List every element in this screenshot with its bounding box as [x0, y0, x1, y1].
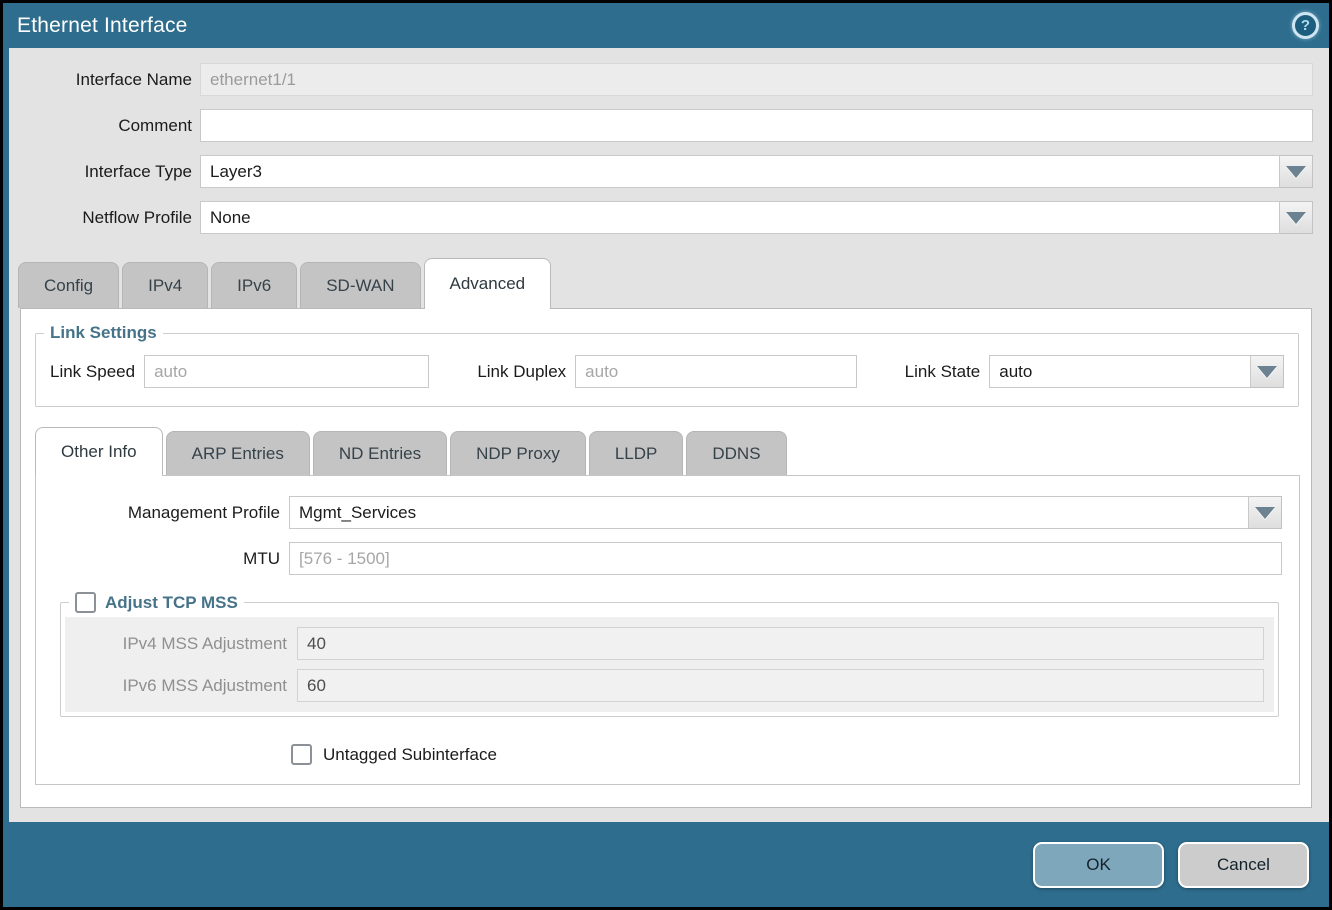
- link-speed-field[interactable]: [144, 355, 429, 388]
- tab-config[interactable]: Config: [18, 262, 119, 308]
- tab-lldp[interactable]: LLDP: [589, 431, 684, 475]
- main-tab-bar: Config IPv4 IPv6 SD-WAN Advanced: [18, 258, 1329, 308]
- link-duplex-field[interactable]: [575, 355, 857, 388]
- untagged-subinterface-checkbox[interactable]: [291, 744, 312, 765]
- untagged-subinterface-row: Untagged Subinterface: [291, 744, 1299, 765]
- link-settings-legend: Link Settings: [44, 323, 163, 343]
- comment-label: Comment: [9, 116, 200, 136]
- netflow-profile-row: Netflow Profile: [9, 201, 1329, 234]
- tab-ipv4[interactable]: IPv4: [122, 262, 208, 308]
- tab-advanced[interactable]: Advanced: [424, 258, 552, 308]
- adjust-tcp-mss-checkbox[interactable]: [75, 592, 96, 613]
- interface-name-label: Interface Name: [9, 70, 200, 90]
- interface-type-row: Interface Type: [9, 155, 1329, 188]
- mss-disabled-block: IPv4 MSS Adjustment IPv6 MSS Adjustment: [65, 617, 1274, 712]
- other-info-panel: Management Profile MTU: [35, 475, 1300, 785]
- untagged-subinterface-label: Untagged Subinterface: [323, 745, 497, 765]
- tab-sdwan[interactable]: SD-WAN: [300, 262, 420, 308]
- ok-button[interactable]: OK: [1033, 842, 1164, 888]
- link-speed-label: Link Speed: [50, 362, 144, 382]
- tab-nd-entries[interactable]: ND Entries: [313, 431, 447, 475]
- dialog-titlebar: Ethernet Interface ?: [9, 3, 1329, 48]
- cancel-button[interactable]: Cancel: [1178, 842, 1309, 888]
- chevron-down-icon: [1286, 212, 1306, 224]
- dialog-frame: Ethernet Interface ? Interface Name Comm…: [3, 3, 1329, 907]
- interface-type-label: Interface Type: [9, 162, 200, 182]
- advanced-tab-panel: Link Settings Link Speed Link Duplex: [20, 308, 1312, 808]
- help-icon[interactable]: ?: [1292, 12, 1319, 39]
- tab-ndp-proxy[interactable]: NDP Proxy: [450, 431, 586, 475]
- adjust-tcp-mss-legend: Adjust TCP MSS: [69, 592, 244, 613]
- dialog-footer: OK Cancel: [9, 822, 1329, 907]
- ipv6-mss-field: [297, 669, 1264, 702]
- link-state-select[interactable]: [989, 355, 1251, 388]
- interface-type-dropdown-button[interactable]: [1280, 155, 1313, 188]
- netflow-profile-select[interactable]: [200, 201, 1280, 234]
- link-speed-group: Link Speed: [50, 355, 429, 388]
- interface-name-row: Interface Name: [9, 63, 1329, 96]
- tab-arp-entries[interactable]: ARP Entries: [166, 431, 310, 475]
- management-profile-dropdown-button[interactable]: [1249, 496, 1282, 529]
- management-profile-select[interactable]: [289, 496, 1249, 529]
- dialog-title: Ethernet Interface: [17, 14, 188, 38]
- mtu-field[interactable]: [289, 542, 1282, 575]
- interface-type-select[interactable]: [200, 155, 1280, 188]
- ipv4-mss-label: IPv4 MSS Adjustment: [65, 634, 297, 654]
- link-duplex-group: Link Duplex: [477, 355, 856, 388]
- mtu-row: MTU: [36, 542, 1299, 575]
- interface-name-field: [200, 63, 1313, 96]
- ipv4-mss-field: [297, 627, 1264, 660]
- link-state-dropdown-button[interactable]: [1251, 355, 1284, 388]
- comment-row: Comment: [9, 109, 1329, 142]
- tab-ipv6[interactable]: IPv6: [211, 262, 297, 308]
- tab-ddns[interactable]: DDNS: [686, 431, 786, 475]
- chevron-down-icon: [1255, 507, 1275, 519]
- chevron-down-icon: [1257, 366, 1277, 378]
- mtu-label: MTU: [36, 549, 289, 569]
- ipv6-mss-row: IPv6 MSS Adjustment: [65, 669, 1274, 702]
- netflow-profile-label: Netflow Profile: [9, 208, 200, 228]
- adjust-tcp-mss-fieldset: Adjust TCP MSS IPv4 MSS Adjustment IPv6 …: [60, 592, 1279, 717]
- link-settings-fieldset: Link Settings Link Speed Link Duplex: [35, 323, 1299, 407]
- management-profile-label: Management Profile: [36, 503, 289, 523]
- ethernet-interface-dialog: Ethernet Interface ? Interface Name Comm…: [0, 0, 1332, 910]
- ipv4-mss-row: IPv4 MSS Adjustment: [65, 627, 1274, 660]
- link-duplex-label: Link Duplex: [477, 362, 575, 382]
- netflow-profile-dropdown-button[interactable]: [1280, 201, 1313, 234]
- adjust-tcp-mss-label: Adjust TCP MSS: [105, 593, 238, 613]
- chevron-down-icon: [1286, 166, 1306, 178]
- link-state-label: Link State: [905, 362, 990, 382]
- ipv6-mss-label: IPv6 MSS Adjustment: [65, 676, 297, 696]
- dialog-body: Interface Name Comment Interface Type: [9, 48, 1329, 822]
- link-state-group: Link State: [905, 355, 1284, 388]
- tab-other-info[interactable]: Other Info: [35, 427, 163, 475]
- comment-field[interactable]: [200, 109, 1313, 142]
- management-profile-row: Management Profile: [36, 496, 1299, 529]
- sub-tab-bar: Other Info ARP Entries ND Entries NDP Pr…: [35, 427, 1311, 475]
